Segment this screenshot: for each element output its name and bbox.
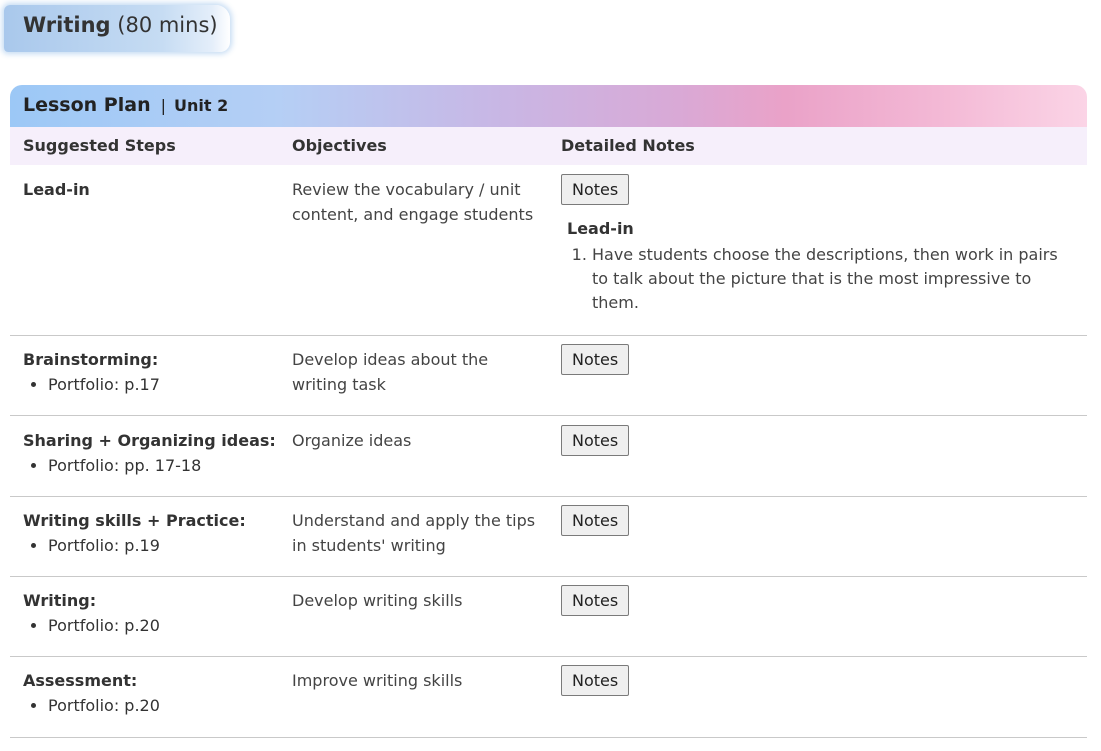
notes-button[interactable]: Notes [561, 174, 630, 205]
detail-notes-panel: Lead-in Have students choose the descrip… [567, 217, 1077, 315]
step-cell: Writing: Portfolio: p.20 [23, 588, 278, 638]
objective-cell: Develop ideas about the writing task [292, 350, 489, 394]
notes-button[interactable]: Notes [561, 425, 630, 456]
step-name: Lead-in [23, 180, 90, 199]
step-sublist: Portfolio: p.20 [23, 613, 278, 638]
step-name: Assessment: [23, 671, 138, 690]
notes-button[interactable]: Notes [561, 665, 630, 696]
detail-title: Lead-in [567, 219, 634, 238]
step-name: Brainstorming: [23, 350, 159, 369]
table-row: Writing skills + Practice: Portfolio: p.… [10, 496, 1087, 577]
step-sublist: Portfolio: p.17 [23, 372, 278, 397]
col-header-objectives: Objectives [292, 136, 387, 155]
step-sublist: Portfolio: p.19 [23, 533, 278, 558]
notes-button[interactable]: Notes [561, 505, 630, 536]
table-row: Writing: Portfolio: p.20 Develop writing… [10, 576, 1087, 657]
step-name: Writing skills + Practice: [23, 511, 246, 530]
step-subitem: Portfolio: p.20 [48, 613, 278, 638]
lesson-plan-header: Lesson Plan | Unit 2 [10, 85, 1087, 127]
objective-cell: Organize ideas [292, 431, 412, 450]
step-cell: Sharing + Organizing ideas: Portfolio: p… [23, 428, 278, 478]
notes-button[interactable]: Notes [561, 344, 630, 375]
objective-cell: Improve writing skills [292, 671, 463, 690]
section-title-name: Writing [23, 13, 111, 37]
section-title: Writing (80 mins) [23, 13, 218, 37]
table-row: Lead-in Review the vocabulary / unit con… [10, 165, 1087, 336]
step-subitem: Portfolio: p.19 [48, 533, 278, 558]
step-cell: Assessment: Portfolio: p.20 [23, 668, 278, 718]
step-subitem: Portfolio: p.17 [48, 372, 278, 397]
table-row: Brainstorming: Portfolio: p.17 Develop i… [10, 335, 1087, 416]
step-cell: Lead-in [23, 177, 278, 202]
table-header: Suggested Steps Objectives Detailed Note… [10, 127, 1087, 165]
step-name: Writing: [23, 591, 97, 610]
step-name: Sharing + Organizing ideas: [23, 431, 276, 450]
notes-button[interactable]: Notes [561, 585, 630, 616]
table-row: Assessment: Portfolio: p.20 Improve writ… [10, 656, 1087, 738]
lesson-plan-title: Lesson Plan | Unit 2 [23, 94, 228, 116]
table-row: Sharing + Organizing ideas: Portfolio: p… [10, 416, 1087, 497]
col-header-notes: Detailed Notes [561, 136, 695, 155]
step-sublist: Portfolio: p.20 [23, 693, 278, 718]
step-subitem: Portfolio: pp. 17-18 [48, 453, 278, 478]
step-sublist: Portfolio: pp. 17-18 [23, 453, 278, 478]
detail-list: Have students choose the descriptions, t… [567, 243, 1077, 315]
step-subitem: Portfolio: p.20 [48, 693, 278, 718]
lesson-plan-separator: | [160, 96, 166, 115]
lesson-plan-unit: Unit 2 [173, 96, 229, 115]
lesson-plan-label: Lesson Plan [23, 94, 151, 116]
detail-item: Have students choose the descriptions, t… [592, 243, 1077, 315]
step-cell: Brainstorming: Portfolio: p.17 [23, 347, 278, 397]
objective-cell: Understand and apply the tips in student… [292, 511, 536, 555]
objective-cell: Review the vocabulary / unit content, an… [292, 180, 534, 224]
step-cell: Writing skills + Practice: Portfolio: p.… [23, 508, 278, 558]
objective-cell: Develop writing skills [292, 591, 463, 610]
section-duration: (80 mins) [117, 13, 218, 37]
col-header-steps: Suggested Steps [23, 136, 176, 155]
